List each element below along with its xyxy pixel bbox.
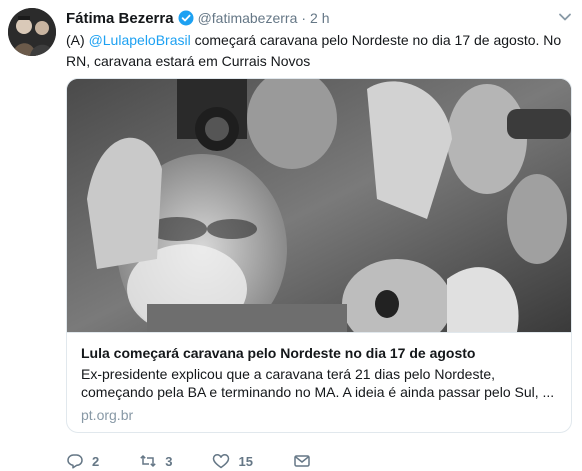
envelope-icon xyxy=(294,455,310,467)
verified-badge-icon xyxy=(178,10,194,26)
like-button[interactable]: 15 xyxy=(212,452,253,470)
tweet-text: (A) @LulapeloBrasil começará caravana pe… xyxy=(66,30,566,72)
tweet[interactable]: Fátima Bezerra @fatimabezerra · 2 h (A) … xyxy=(0,0,582,471)
reply-count: 2 xyxy=(92,453,100,469)
like-count: 15 xyxy=(238,453,253,469)
card-body[interactable]: Lula começará caravana pelo Nordeste no … xyxy=(67,332,571,432)
author-handle[interactable]: @fatimabezerra xyxy=(198,10,298,26)
tweet-actions: 2 3 15 xyxy=(66,451,351,471)
heart-icon xyxy=(213,454,230,469)
author-name[interactable]: Fátima Bezerra xyxy=(66,10,174,27)
mention-link[interactable]: @LulapeloBrasil xyxy=(89,32,191,48)
retweet-count: 3 xyxy=(165,453,173,469)
direct-message-button[interactable] xyxy=(293,452,311,470)
tweet-text-prefix: (A) xyxy=(66,32,89,48)
tweet-header: Fátima Bezerra @fatimabezerra · 2 h xyxy=(66,8,330,28)
retweet-icon xyxy=(140,454,156,468)
reply-icon xyxy=(67,454,83,469)
card-description: Ex-presidente explicou que a caravana te… xyxy=(81,366,555,400)
separator-dot: · xyxy=(301,10,307,26)
tweet-time[interactable]: 2 h xyxy=(310,10,329,26)
avatar[interactable] xyxy=(8,8,56,56)
chevron-down-icon[interactable] xyxy=(558,10,572,24)
card-domain: pt.org.br xyxy=(81,407,134,423)
link-card[interactable]: Lula começará caravana pelo Nordeste no … xyxy=(66,78,572,433)
card-title[interactable]: Lula começará caravana pelo Nordeste no … xyxy=(81,343,557,363)
retweet-button[interactable]: 3 xyxy=(139,452,172,470)
card-image[interactable] xyxy=(67,79,571,349)
reply-button[interactable]: 2 xyxy=(66,452,99,470)
